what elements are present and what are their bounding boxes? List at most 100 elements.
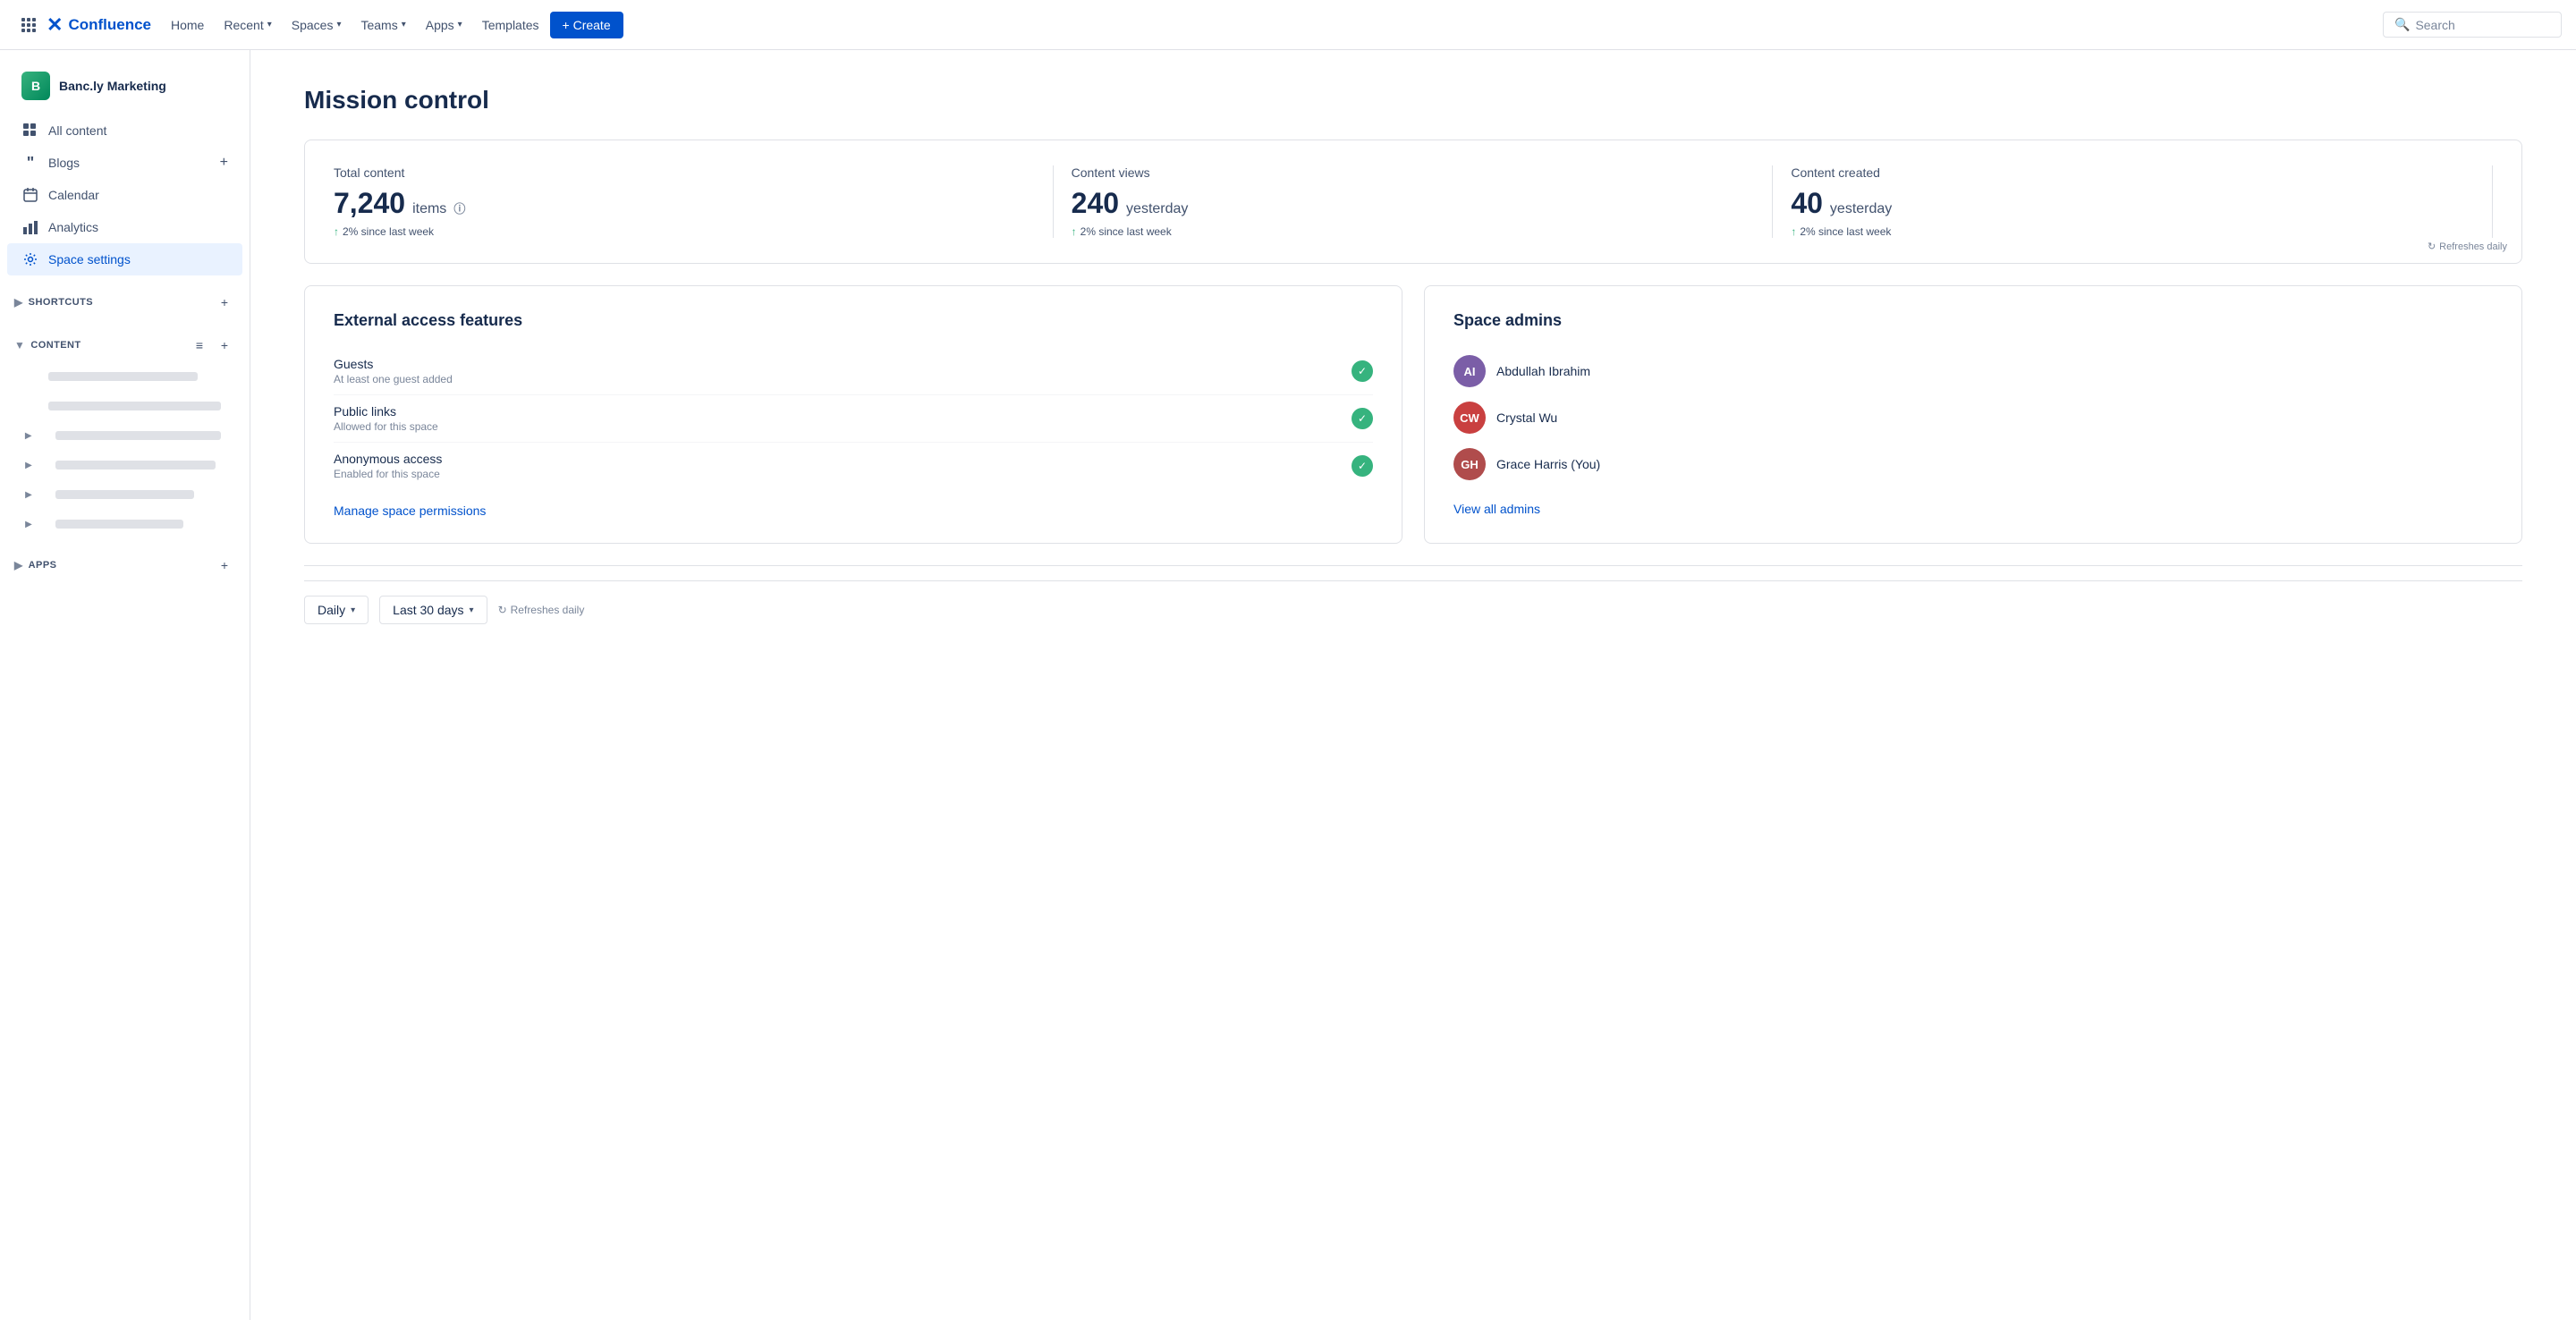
sidebar-item-space-settings[interactable]: Space settings (7, 243, 242, 275)
add-shortcut-icon[interactable]: + (214, 292, 235, 313)
guests-access-item: Guests At least one guest added ✓ (334, 348, 1373, 395)
nav-teams[interactable]: Teams ▾ (352, 13, 414, 38)
nav-recent[interactable]: Recent ▾ (215, 13, 280, 38)
shortcuts-actions: + (214, 292, 235, 313)
guests-check-icon: ✓ (1352, 360, 1373, 382)
content-section-header[interactable]: ▼ CONTENT ≡ + (7, 329, 242, 361)
sidebar-item-analytics[interactable]: Analytics (7, 211, 242, 243)
manage-permissions-link[interactable]: Manage space permissions (334, 503, 486, 518)
chevron-down-icon: ▾ (458, 20, 462, 30)
add-blog-icon[interactable]: + (220, 155, 228, 171)
cards-row: External access features Guests At least… (304, 285, 2522, 544)
sidebar-item-calendar[interactable]: Calendar (7, 179, 242, 211)
public-links-label: Public links (334, 404, 438, 419)
arrow-up-icon: ↑ (1791, 225, 1796, 238)
nav-apps[interactable]: Apps ▾ (417, 13, 471, 38)
total-content-stat: Total content 7,240 items ⓘ ↑ 2% since l… (334, 165, 1054, 238)
content-created-stat: Content created 40 yesterday ↑ 2% since … (1773, 165, 2493, 238)
chevron-right-icon: ▶ (14, 296, 23, 309)
nav-home[interactable]: Home (162, 13, 213, 38)
range-filter-button[interactable]: Last 30 days ▾ (379, 596, 487, 624)
admin-item-crystal: CW Crystal Wu (1453, 394, 2493, 441)
admin-item-abdullah: AI Abdullah Ibrahim (1453, 348, 2493, 394)
content-placeholder (55, 431, 221, 440)
chevron-down-icon: ▾ (336, 20, 341, 30)
apps-section-header[interactable]: ▶ APPS + (7, 549, 242, 581)
view-all-admins-link[interactable]: View all admins (1453, 502, 1540, 516)
chevron-right-icon: ▶ (21, 458, 36, 472)
content-created-change: ↑ 2% since last week (1791, 225, 2474, 238)
public-links-desc: Allowed for this space (334, 420, 438, 433)
anonymous-label: Anonymous access (334, 452, 442, 466)
chevron-down-icon: ▼ (14, 339, 25, 351)
content-placeholder (48, 372, 198, 381)
apps-label: ▶ APPS (14, 559, 56, 571)
space-icon: B (21, 72, 50, 100)
content-created-label: Content created (1791, 165, 2474, 180)
app-layout: B Banc.ly Marketing All content " Blogs … (0, 50, 2576, 1320)
search-bar[interactable]: 🔍 Search (2383, 12, 2562, 38)
content-section: ▼ CONTENT ≡ + ▶ ▶ (0, 329, 250, 538)
content-placeholder (55, 461, 216, 470)
space-name: Banc.ly Marketing (59, 79, 166, 93)
chevron-right-icon: ▶ (14, 559, 23, 571)
admin-name-crystal: Crystal Wu (1496, 410, 1557, 425)
add-content-icon[interactable]: + (214, 334, 235, 356)
filter-icon[interactable]: ≡ (189, 334, 210, 356)
nav-templates[interactable]: Templates (473, 13, 548, 38)
tree-item[interactable]: ▶ (7, 480, 242, 509)
tree-item[interactable] (7, 362, 242, 391)
logo-text: Confluence (68, 16, 151, 34)
page-title: Mission control (304, 86, 2522, 114)
period-filter-button[interactable]: Daily ▾ (304, 596, 369, 624)
admin-avatar-grace: GH (1453, 448, 1486, 480)
bottom-filters: Daily ▾ Last 30 days ▾ ↻ Refreshes daily (304, 580, 2522, 639)
sidebar-item-blogs[interactable]: " Blogs + (7, 147, 242, 179)
external-access-card: External access features Guests At least… (304, 285, 1402, 544)
shortcuts-section: ▶ SHORTCUTS + (0, 286, 250, 318)
nav-spaces[interactable]: Spaces ▾ (283, 13, 351, 38)
admin-item-grace: GH Grace Harris (You) (1453, 441, 2493, 487)
chevron-right-icon: ▶ (21, 428, 36, 443)
shortcuts-label: ▶ SHORTCUTS (14, 296, 93, 309)
admin-name-grace: Grace Harris (You) (1496, 457, 1600, 471)
admin-avatar-abdullah: AI (1453, 355, 1486, 387)
tree-item[interactable] (7, 392, 242, 420)
refresh-icon: ↻ (498, 604, 507, 616)
total-content-change: ↑ 2% since last week (334, 225, 1035, 238)
refresh-icon: ↻ (2428, 241, 2436, 252)
info-icon[interactable]: ⓘ (453, 199, 465, 216)
section-divider (304, 565, 2522, 566)
add-app-icon[interactable]: + (214, 554, 235, 576)
content-views-label: Content views (1072, 165, 1755, 180)
space-admins-title: Space admins (1453, 311, 2493, 330)
anonymous-access-item: Anonymous access Enabled for this space … (334, 443, 1373, 489)
grid-icon[interactable] (14, 11, 43, 39)
sidebar-item-all-content[interactable]: All content (7, 114, 242, 147)
search-icon: 🔍 (2394, 17, 2410, 32)
blogs-icon: " (21, 154, 39, 172)
admin-avatar-crystal: CW (1453, 402, 1486, 434)
chevron-down-icon: ▾ (351, 605, 355, 615)
create-button[interactable]: + Create (550, 12, 623, 38)
apps-section: ▶ APPS + (0, 549, 250, 581)
calendar-icon (21, 186, 39, 204)
tree-item[interactable]: ▶ (7, 510, 242, 538)
shortcuts-section-header[interactable]: ▶ SHORTCUTS + (7, 286, 242, 318)
guests-label: Guests (334, 357, 453, 371)
anonymous-check-icon: ✓ (1352, 455, 1373, 477)
top-navigation: ✕ Confluence Home Recent ▾ Spaces ▾ Team… (0, 0, 2576, 50)
content-created-value: 40 yesterday (1791, 187, 2474, 220)
public-links-access-item: Public links Allowed for this space ✓ (334, 395, 1373, 443)
sidebar-space-header[interactable]: B Banc.ly Marketing (7, 64, 242, 107)
public-links-check-icon: ✓ (1352, 408, 1373, 429)
tree-item[interactable]: ▶ (7, 421, 242, 450)
apps-actions: + (214, 554, 235, 576)
confluence-logo[interactable]: ✕ Confluence (47, 13, 151, 37)
arrow-up-icon: ↑ (334, 225, 339, 238)
chevron-right-icon: ▶ (21, 517, 36, 531)
space-admins-card: Space admins AI Abdullah Ibrahim CW Crys… (1424, 285, 2522, 544)
content-views-stat: Content views 240 yesterday ↑ 2% since l… (1054, 165, 1774, 238)
grid-icon (21, 122, 39, 140)
tree-item[interactable]: ▶ (7, 451, 242, 479)
